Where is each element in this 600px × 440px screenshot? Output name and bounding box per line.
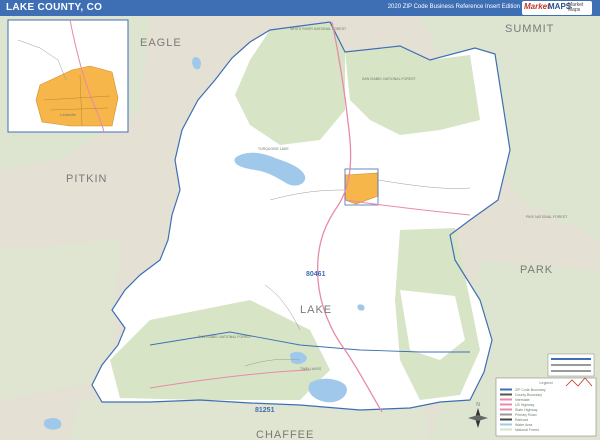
inset-map: Leadville — [7, 19, 129, 133]
legend-swatch — [500, 418, 512, 421]
label-summit: SUMMIT — [505, 23, 554, 35]
compass-north-label: N — [476, 402, 480, 408]
zip-label-north: 80461 — [306, 271, 326, 278]
legend-row-label: US Highway — [515, 403, 535, 407]
legend-swatch — [500, 408, 512, 411]
label-pike-nf: PIKE NATIONAL FOREST — [526, 215, 568, 219]
label-white-river-nf: WHITE RIVER NATIONAL FOREST — [290, 27, 347, 31]
legend-row-label: State Highway — [515, 408, 538, 412]
lake-sw — [43, 417, 62, 430]
legend-row-label: National Forest — [515, 428, 539, 432]
brand-logo: Market MAPS Market Maps — [522, 1, 592, 15]
legend-swatch — [500, 398, 512, 401]
logo-text-brand: Market Maps — [568, 2, 584, 13]
legend-frame — [495, 377, 597, 437]
label-eagle: EAGLE — [140, 37, 182, 49]
title-bar: LAKE COUNTY, CO 2020 ZIP Code Business R… — [0, 0, 600, 16]
label-turquoise-lake: TURQUOISE LAKE — [258, 147, 289, 151]
legend-row-label: Interstate — [515, 398, 530, 402]
label-chaffee: CHAFFEE — [256, 429, 314, 440]
legend-row-label: Water Area — [515, 423, 532, 427]
mini-legend-line-1 — [551, 358, 591, 360]
label-pitkin: PITKIN — [66, 173, 107, 185]
label-san-isabel-nf-south: SAN ISABEL NATIONAL FOREST — [198, 335, 252, 339]
legend-swatch — [500, 428, 512, 431]
zip-label-south: 81251 — [255, 407, 275, 414]
inset-label: Leadville — [60, 112, 77, 117]
legend-swatch — [500, 403, 512, 406]
legend-row-label: Primary Road — [515, 413, 536, 417]
legend: Legend ZIP Code BoundaryCounty BoundaryI… — [495, 377, 597, 437]
legend-swatch — [500, 423, 512, 426]
legend-row-label: Railroad — [515, 418, 528, 422]
mini-legend — [547, 353, 595, 377]
legend-swatch — [500, 388, 512, 391]
legend-title: Legend — [539, 380, 552, 385]
legend-row-label: County Boundary — [515, 393, 542, 397]
mini-legend-line-3 — [551, 370, 591, 372]
label-park: PARK — [520, 264, 553, 276]
legend-swatch — [500, 413, 512, 416]
mini-legend-line-2 — [551, 364, 591, 366]
label-lake-county: LAKE — [300, 304, 332, 316]
label-san-isabel-nf-north: SAN ISABEL NATIONAL FOREST — [362, 77, 416, 81]
map-subtitle: 2020 ZIP Code Business Reference Insert … — [387, 4, 520, 10]
map-frame: LAKE COUNTY, CO 2020 ZIP Code Business R… — [0, 0, 600, 440]
logo-text-market: Market — [524, 2, 550, 11]
label-twin-lakes: TWIN LAKES — [300, 367, 322, 371]
legend-swatch — [500, 393, 512, 396]
legend-row-label: ZIP Code Boundary — [515, 388, 546, 392]
map-title: LAKE COUNTY, CO — [6, 2, 103, 13]
county-map: EAGLE SUMMIT PITKIN PARK CHAFFEE LAKE 80… — [0, 16, 600, 440]
